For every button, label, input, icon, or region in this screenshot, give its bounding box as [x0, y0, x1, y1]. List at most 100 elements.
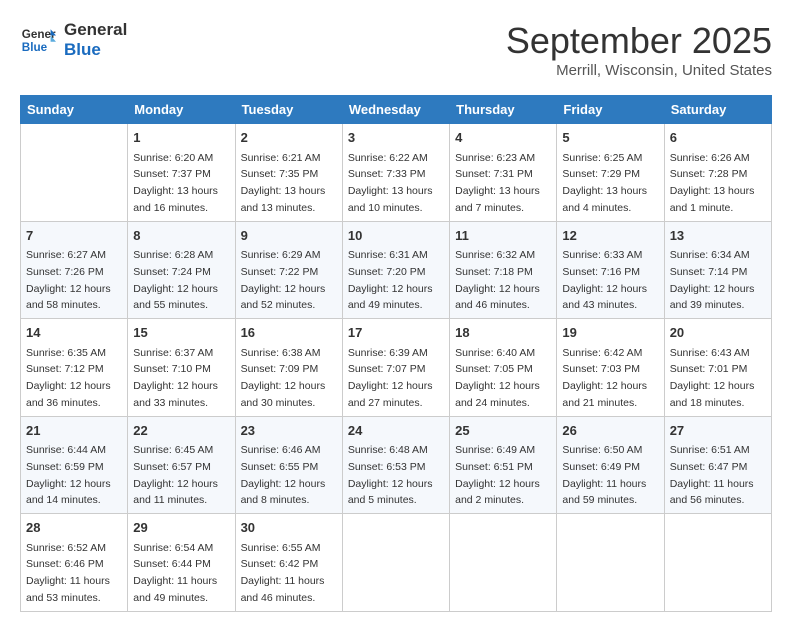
daylight-text: Daylight: 12 hours and 36 minutes. — [26, 380, 111, 409]
calendar-cell: 24 Sunrise: 6:48 AM Sunset: 6:53 PM Dayl… — [342, 416, 449, 514]
day-number: 16 — [241, 323, 337, 343]
calendar-cell — [450, 514, 557, 612]
day-number: 23 — [241, 421, 337, 441]
daylight-text: Daylight: 12 hours and 33 minutes. — [133, 380, 218, 409]
sunset-text: Sunset: 7:31 PM — [455, 168, 533, 180]
daylight-text: Daylight: 13 hours and 16 minutes. — [133, 185, 218, 214]
sunset-text: Sunset: 7:28 PM — [670, 168, 748, 180]
calendar-cell: 4 Sunrise: 6:23 AM Sunset: 7:31 PM Dayli… — [450, 124, 557, 222]
sunset-text: Sunset: 6:46 PM — [26, 558, 104, 570]
calendar-cell: 14 Sunrise: 6:35 AM Sunset: 7:12 PM Dayl… — [21, 319, 128, 417]
logo-icon: General Blue — [20, 22, 56, 58]
daylight-text: Daylight: 11 hours and 49 minutes. — [133, 575, 217, 604]
logo: General Blue General Blue — [20, 20, 127, 61]
daylight-text: Daylight: 12 hours and 27 minutes. — [348, 380, 433, 409]
calendar-cell: 28 Sunrise: 6:52 AM Sunset: 6:46 PM Dayl… — [21, 514, 128, 612]
daylight-text: Daylight: 12 hours and 58 minutes. — [26, 283, 111, 312]
daylight-text: Daylight: 11 hours and 56 minutes. — [670, 478, 754, 507]
sunrise-text: Sunrise: 6:52 AM — [26, 542, 106, 554]
sunrise-text: Sunrise: 6:28 AM — [133, 249, 213, 261]
sunrise-text: Sunrise: 6:50 AM — [562, 444, 642, 456]
sunset-text: Sunset: 7:12 PM — [26, 363, 104, 375]
sunrise-text: Sunrise: 6:21 AM — [241, 152, 321, 164]
calendar-cell: 29 Sunrise: 6:54 AM Sunset: 6:44 PM Dayl… — [128, 514, 235, 612]
calendar-cell: 7 Sunrise: 6:27 AM Sunset: 7:26 PM Dayli… — [21, 221, 128, 319]
day-number: 6 — [670, 128, 766, 148]
sunrise-text: Sunrise: 6:35 AM — [26, 347, 106, 359]
day-number: 10 — [348, 226, 444, 246]
sunrise-text: Sunrise: 6:26 AM — [670, 152, 750, 164]
day-number: 25 — [455, 421, 551, 441]
sunrise-text: Sunrise: 6:37 AM — [133, 347, 213, 359]
daylight-text: Daylight: 12 hours and 18 minutes. — [670, 380, 755, 409]
sunrise-text: Sunrise: 6:55 AM — [241, 542, 321, 554]
sunrise-text: Sunrise: 6:34 AM — [670, 249, 750, 261]
sunrise-text: Sunrise: 6:49 AM — [455, 444, 535, 456]
month-title: September 2025 — [506, 20, 772, 62]
sunrise-text: Sunrise: 6:25 AM — [562, 152, 642, 164]
calendar-week-row: 1 Sunrise: 6:20 AM Sunset: 7:37 PM Dayli… — [21, 124, 772, 222]
day-number: 20 — [670, 323, 766, 343]
sunrise-text: Sunrise: 6:33 AM — [562, 249, 642, 261]
sunrise-text: Sunrise: 6:43 AM — [670, 347, 750, 359]
sunrise-text: Sunrise: 6:48 AM — [348, 444, 428, 456]
daylight-text: Daylight: 12 hours and 2 minutes. — [455, 478, 540, 507]
sunrise-text: Sunrise: 6:44 AM — [26, 444, 106, 456]
location: Merrill, Wisconsin, United States — [506, 62, 772, 79]
weekday-header: Sunday — [21, 96, 128, 124]
logo-blue: Blue — [64, 40, 127, 60]
daylight-text: Daylight: 12 hours and 39 minutes. — [670, 283, 755, 312]
sunset-text: Sunset: 7:37 PM — [133, 168, 211, 180]
calendar-cell: 8 Sunrise: 6:28 AM Sunset: 7:24 PM Dayli… — [128, 221, 235, 319]
daylight-text: Daylight: 13 hours and 7 minutes. — [455, 185, 540, 214]
sunset-text: Sunset: 7:33 PM — [348, 168, 426, 180]
weekday-header: Saturday — [664, 96, 771, 124]
sunrise-text: Sunrise: 6:39 AM — [348, 347, 428, 359]
daylight-text: Daylight: 13 hours and 1 minute. — [670, 185, 755, 214]
sunrise-text: Sunrise: 6:45 AM — [133, 444, 213, 456]
calendar-cell: 1 Sunrise: 6:20 AM Sunset: 7:37 PM Dayli… — [128, 124, 235, 222]
daylight-text: Daylight: 13 hours and 10 minutes. — [348, 185, 433, 214]
weekday-header: Thursday — [450, 96, 557, 124]
day-number: 7 — [26, 226, 122, 246]
day-number: 1 — [133, 128, 229, 148]
sunrise-text: Sunrise: 6:46 AM — [241, 444, 321, 456]
daylight-text: Daylight: 12 hours and 24 minutes. — [455, 380, 540, 409]
sunset-text: Sunset: 7:22 PM — [241, 266, 319, 278]
day-number: 15 — [133, 323, 229, 343]
page-header: General Blue General Blue September 2025… — [20, 20, 772, 79]
sunrise-text: Sunrise: 6:51 AM — [670, 444, 750, 456]
sunset-text: Sunset: 6:44 PM — [133, 558, 211, 570]
sunrise-text: Sunrise: 6:20 AM — [133, 152, 213, 164]
sunset-text: Sunset: 7:20 PM — [348, 266, 426, 278]
calendar-cell: 19 Sunrise: 6:42 AM Sunset: 7:03 PM Dayl… — [557, 319, 664, 417]
sunset-text: Sunset: 6:53 PM — [348, 461, 426, 473]
calendar-cell: 21 Sunrise: 6:44 AM Sunset: 6:59 PM Dayl… — [21, 416, 128, 514]
sunset-text: Sunset: 7:29 PM — [562, 168, 640, 180]
calendar-week-row: 14 Sunrise: 6:35 AM Sunset: 7:12 PM Dayl… — [21, 319, 772, 417]
day-number: 2 — [241, 128, 337, 148]
sunset-text: Sunset: 7:16 PM — [562, 266, 640, 278]
daylight-text: Daylight: 13 hours and 4 minutes. — [562, 185, 647, 214]
calendar-week-row: 28 Sunrise: 6:52 AM Sunset: 6:46 PM Dayl… — [21, 514, 772, 612]
calendar-cell: 9 Sunrise: 6:29 AM Sunset: 7:22 PM Dayli… — [235, 221, 342, 319]
day-number: 9 — [241, 226, 337, 246]
daylight-text: Daylight: 11 hours and 59 minutes. — [562, 478, 646, 507]
sunset-text: Sunset: 6:51 PM — [455, 461, 533, 473]
sunrise-text: Sunrise: 6:23 AM — [455, 152, 535, 164]
day-number: 27 — [670, 421, 766, 441]
day-number: 5 — [562, 128, 658, 148]
sunset-text: Sunset: 6:57 PM — [133, 461, 211, 473]
sunrise-text: Sunrise: 6:42 AM — [562, 347, 642, 359]
weekday-header: Friday — [557, 96, 664, 124]
day-number: 26 — [562, 421, 658, 441]
daylight-text: Daylight: 12 hours and 21 minutes. — [562, 380, 647, 409]
day-number: 14 — [26, 323, 122, 343]
calendar-table: SundayMondayTuesdayWednesdayThursdayFrid… — [20, 95, 772, 612]
daylight-text: Daylight: 11 hours and 53 minutes. — [26, 575, 110, 604]
day-number: 4 — [455, 128, 551, 148]
day-number: 17 — [348, 323, 444, 343]
daylight-text: Daylight: 12 hours and 52 minutes. — [241, 283, 326, 312]
calendar-cell: 15 Sunrise: 6:37 AM Sunset: 7:10 PM Dayl… — [128, 319, 235, 417]
daylight-text: Daylight: 12 hours and 46 minutes. — [455, 283, 540, 312]
